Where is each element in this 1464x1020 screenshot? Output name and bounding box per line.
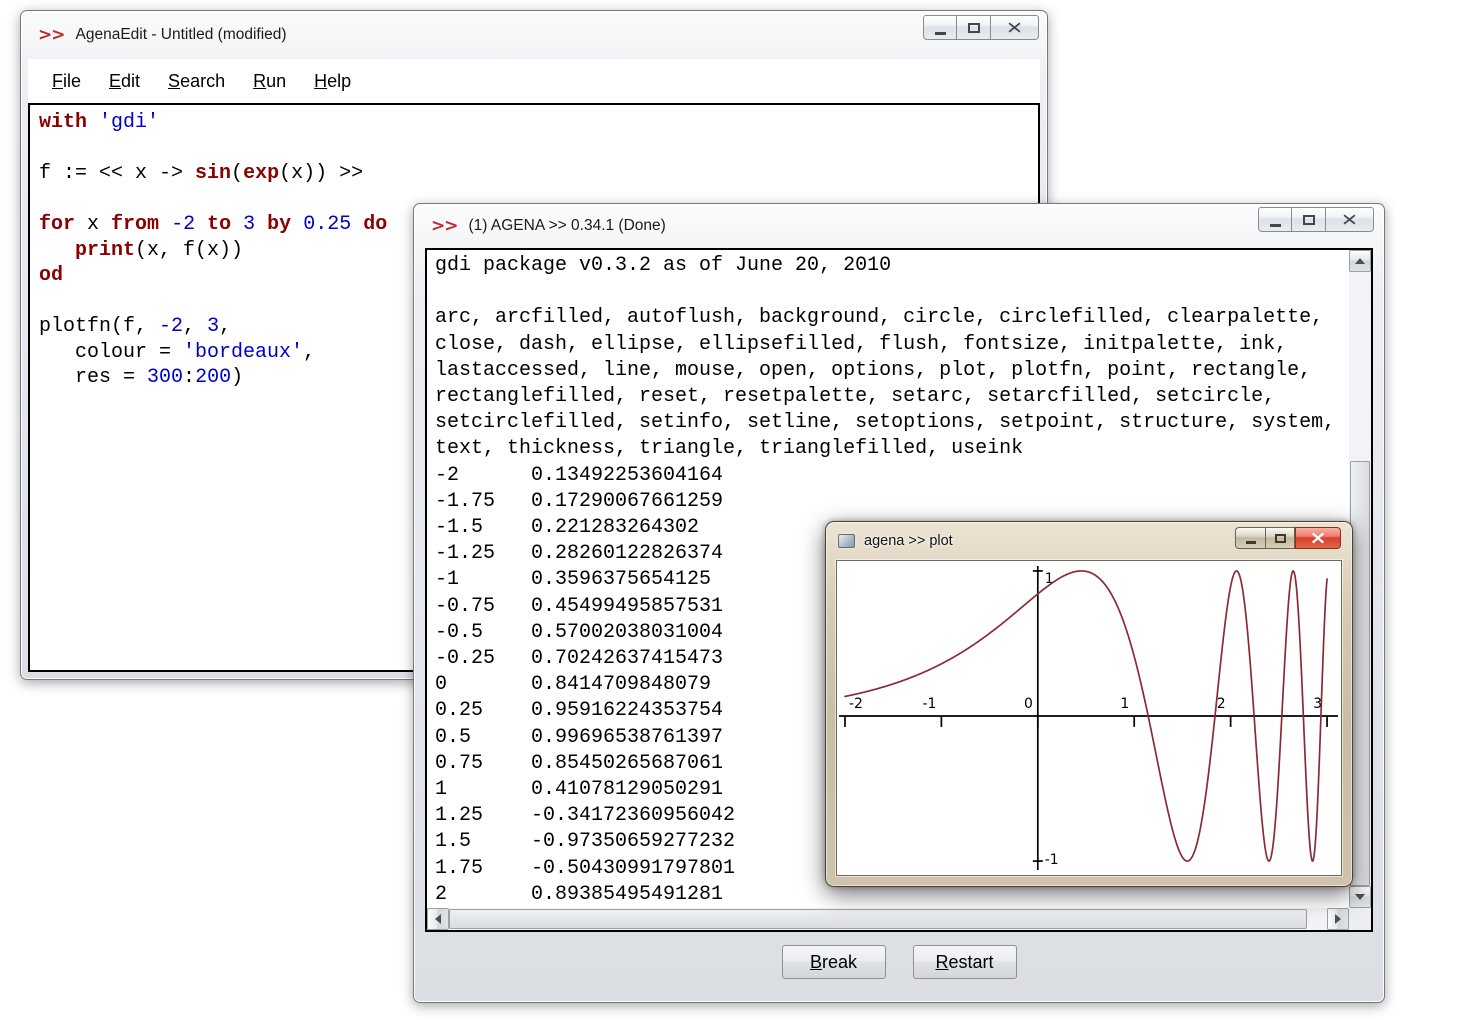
close-icon [1343, 214, 1356, 225]
menu-help[interactable]: Help [300, 65, 365, 98]
menu-edit[interactable]: Edit [95, 65, 154, 98]
plot-canvas: -2-101231-1 [836, 560, 1342, 876]
menu-bar: File Edit Search Run Help [28, 59, 1040, 103]
restart-button[interactable]: Restart [913, 945, 1017, 979]
close-button[interactable] [991, 15, 1039, 40]
minimize-icon [1246, 541, 1256, 544]
agena-logo-icon: >> [431, 216, 458, 236]
maximize-icon [1303, 215, 1315, 225]
svg-text:0: 0 [1024, 696, 1033, 712]
plot-caption-buttons [1235, 527, 1341, 549]
close-button[interactable] [1326, 207, 1374, 232]
terminal-button-row: Break Restart [414, 945, 1384, 979]
plot-close-button[interactable] [1295, 527, 1341, 549]
svg-text:2: 2 [1217, 696, 1226, 712]
terminal-titlebar[interactable]: >> (1) AGENA >> 0.34.1 (Done) [414, 204, 1384, 248]
minimize-icon [935, 32, 946, 35]
terminal-window-title: (1) AGENA >> 0.34.1 (Done) [469, 217, 666, 235]
arrow-down-icon [1355, 894, 1365, 900]
minimize-button[interactable] [923, 15, 957, 40]
horizontal-scrollbar-thumb[interactable] [449, 909, 1307, 929]
arrow-left-icon [435, 914, 441, 924]
scroll-left-button[interactable] [427, 908, 449, 930]
maximize-button[interactable] [1292, 207, 1326, 232]
arrow-up-icon [1355, 258, 1365, 264]
menu-run[interactable]: Run [239, 65, 300, 98]
function-plot: -2-101231-1 [837, 561, 1341, 875]
plot-minimize-button[interactable] [1235, 527, 1265, 549]
agenaedit-titlebar[interactable]: >> AgenaEdit - Untitled (modified) [21, 11, 1047, 59]
horizontal-scrollbar[interactable] [427, 908, 1349, 930]
svg-text:-1: -1 [923, 696, 937, 712]
maximize-icon [968, 23, 980, 33]
scrollbar-corner [1349, 908, 1371, 930]
agena-logo-icon: >> [38, 25, 65, 45]
close-icon [1311, 532, 1325, 544]
vertical-scrollbar-thumb[interactable] [1350, 461, 1370, 886]
agenaedit-caption-buttons [923, 15, 1039, 40]
plot-window: agena >> plot -2-101231-1 [825, 521, 1353, 887]
agenaedit-window-title: AgenaEdit - Untitled (modified) [76, 26, 287, 44]
scroll-right-button[interactable] [1327, 908, 1349, 930]
scroll-down-button[interactable] [1349, 886, 1371, 908]
maximize-icon [1275, 534, 1286, 543]
svg-text:-1: -1 [1045, 852, 1059, 868]
terminal-caption-buttons [1258, 207, 1374, 232]
scroll-up-button[interactable] [1349, 250, 1371, 272]
plot-window-title: agena >> plot [864, 533, 953, 549]
maximize-button[interactable] [957, 15, 991, 40]
break-button[interactable]: Break [782, 945, 886, 979]
close-icon [1008, 22, 1021, 33]
minimize-icon [1270, 224, 1281, 227]
svg-text:-2: -2 [849, 696, 863, 712]
plot-maximize-button[interactable] [1265, 527, 1295, 549]
arrow-right-icon [1335, 914, 1341, 924]
menu-file[interactable]: File [38, 65, 95, 98]
menu-search[interactable]: Search [154, 65, 239, 98]
minimize-button[interactable] [1258, 207, 1292, 232]
svg-text:1: 1 [1120, 696, 1129, 712]
plot-window-icon [838, 534, 855, 548]
